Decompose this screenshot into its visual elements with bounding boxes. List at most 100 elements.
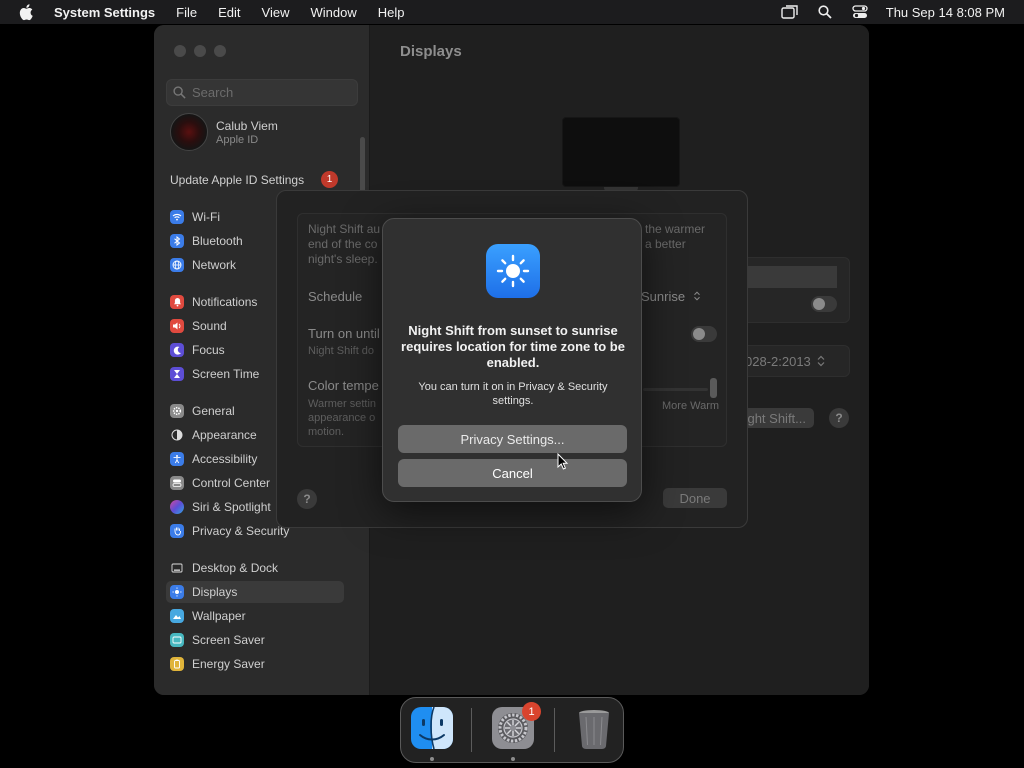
more-warm-label: More Warm (662, 400, 720, 412)
sidebar-item-label: Desktop & Dock (192, 561, 279, 575)
search-input[interactable] (192, 85, 342, 100)
sidebar-item-displays[interactable]: Displays (166, 581, 344, 603)
sidebar-item-wallpaper[interactable]: Wallpaper (166, 605, 344, 627)
display-profile-select[interactable]: 028-2:2013 (730, 345, 850, 377)
sidebar-item-label: Siri & Spotlight (192, 500, 271, 514)
sidebar-item-label: Accessibility (192, 452, 258, 466)
trash-icon (579, 710, 609, 749)
dock-trash[interactable] (571, 705, 617, 751)
control-center-icon[interactable] (850, 3, 870, 21)
menu-help[interactable]: Help (378, 5, 405, 20)
sidebar-item-label: Appearance (192, 428, 257, 442)
turn-on-until-sub: Night Shift do (308, 345, 375, 357)
night-shift-description-right: the warmer a better (645, 222, 706, 251)
done-button[interactable]: Done (663, 488, 727, 508)
chevron-updown-icon (693, 291, 700, 301)
bell-icon (170, 295, 184, 309)
sidebar-item-screen-saver[interactable]: Screen Saver (166, 629, 344, 651)
display-profile-value: 028-2:2013 (745, 353, 811, 369)
search-icon (173, 86, 186, 99)
menu-app-name[interactable]: System Settings (54, 5, 155, 20)
menu-bar: System Settings File Edit View Window He… (0, 0, 1024, 24)
mouse-cursor-icon (557, 452, 569, 476)
display-option-field[interactable] (745, 266, 837, 288)
screen-mirroring-icon[interactable] (780, 3, 800, 21)
dock-separator (471, 708, 472, 752)
color-temperature-slider-knob[interactable] (710, 378, 717, 398)
battery-icon (170, 657, 184, 671)
displays-sun-icon (486, 244, 540, 298)
color-temperature-label: Color tempe (308, 378, 379, 393)
color-temperature-slider[interactable] (643, 388, 708, 391)
appearance-icon (170, 428, 184, 442)
system-settings-running-indicator (511, 757, 515, 761)
profile-name: Calub Viem (216, 118, 278, 133)
accessibility-icon (170, 452, 184, 466)
menu-view[interactable]: View (262, 5, 290, 20)
minimize-window-button[interactable] (194, 45, 206, 57)
sidebar-item-label: Focus (192, 343, 225, 357)
close-window-button[interactable] (174, 45, 186, 57)
sidebar-item-label: Screen Saver (192, 633, 265, 647)
chevron-updown-icon (817, 355, 825, 367)
display-options-panel (730, 257, 850, 323)
sidebar-item-label: Control Center (192, 476, 271, 490)
schedule-select[interactable]: Sunrise (641, 289, 701, 304)
sidebar-item-label: Wallpaper (192, 609, 246, 623)
control-center-icon (170, 476, 184, 490)
window-controls (174, 45, 226, 57)
schedule-value: Sunrise (641, 289, 686, 304)
sidebar-item-label: Displays (192, 585, 238, 599)
update-label: Update Apple ID Settings (170, 172, 305, 187)
gear-icon (170, 404, 184, 418)
siri-icon (170, 500, 184, 514)
sheet-help-button[interactable]: ? (297, 489, 317, 509)
sidebar-item-label: Sound (192, 319, 227, 333)
sidebar-item-label: Bluetooth (192, 234, 243, 248)
privacy-settings-button[interactable]: Privacy Settings... (398, 425, 627, 453)
turn-on-until-toggle[interactable] (691, 326, 717, 342)
apple-menu-icon[interactable] (18, 3, 36, 21)
sidebar-scrollbar[interactable] (360, 137, 365, 193)
sidebar-item-label: Notifications (192, 295, 258, 309)
sidebar-item-desktop-dock[interactable]: Desktop & Dock (166, 557, 344, 579)
night-shift-location-alert: Night Shift from sunset to sunrise requi… (382, 218, 642, 502)
menu-file[interactable]: File (176, 5, 197, 20)
alert-title: Night Shift from sunset to sunrise requi… (401, 323, 625, 370)
sidebar-item-label: Screen Time (192, 367, 260, 381)
update-badge: 1 (321, 171, 338, 188)
avatar (170, 113, 208, 151)
wifi-icon (170, 210, 184, 224)
speaker-icon (170, 319, 184, 333)
display-option-toggle[interactable] (811, 296, 837, 312)
sidebar-search[interactable] (166, 79, 358, 106)
dock-icon (170, 561, 184, 575)
apple-id-profile[interactable]: Calub Viem Apple ID (170, 113, 278, 151)
alert-message: You can turn it on in Privacy & Security… (418, 381, 608, 407)
menu-clock[interactable]: Thu Sep 14 8:08 PM (886, 5, 1005, 20)
sun-icon (170, 585, 184, 599)
update-apple-id-settings[interactable]: Update Apple ID Settings 1 (170, 171, 338, 188)
help-button[interactable]: ? (829, 408, 849, 428)
menu-window[interactable]: Window (310, 5, 356, 20)
moon-icon (170, 343, 184, 357)
profile-subtitle: Apple ID (216, 133, 259, 146)
page-title: Displays (400, 43, 462, 60)
display-arrangement-monitor[interactable] (562, 117, 680, 187)
help-icon: ? (297, 489, 317, 509)
spotlight-search-icon[interactable] (815, 3, 835, 21)
cancel-button[interactable]: Cancel (398, 459, 627, 487)
menu-edit[interactable]: Edit (218, 5, 240, 20)
globe-icon (170, 258, 184, 272)
dock-finder[interactable] (409, 705, 455, 751)
wallpaper-icon (170, 609, 184, 623)
sidebar-item-label: Wi-Fi (192, 210, 220, 224)
sidebar-item-energy-saver[interactable]: Energy Saver (166, 653, 344, 675)
zoom-window-button[interactable] (214, 45, 226, 57)
hourglass-icon (170, 367, 184, 381)
help-icon: ? (829, 408, 849, 428)
night-shift-description: Night Shift au end of the co night's sle… (308, 222, 381, 266)
sidebar-item-label: Privacy & Security (192, 524, 290, 538)
finder-icon (411, 706, 453, 750)
color-temperature-sub: Warmer settin appearance o motion. (308, 398, 377, 438)
